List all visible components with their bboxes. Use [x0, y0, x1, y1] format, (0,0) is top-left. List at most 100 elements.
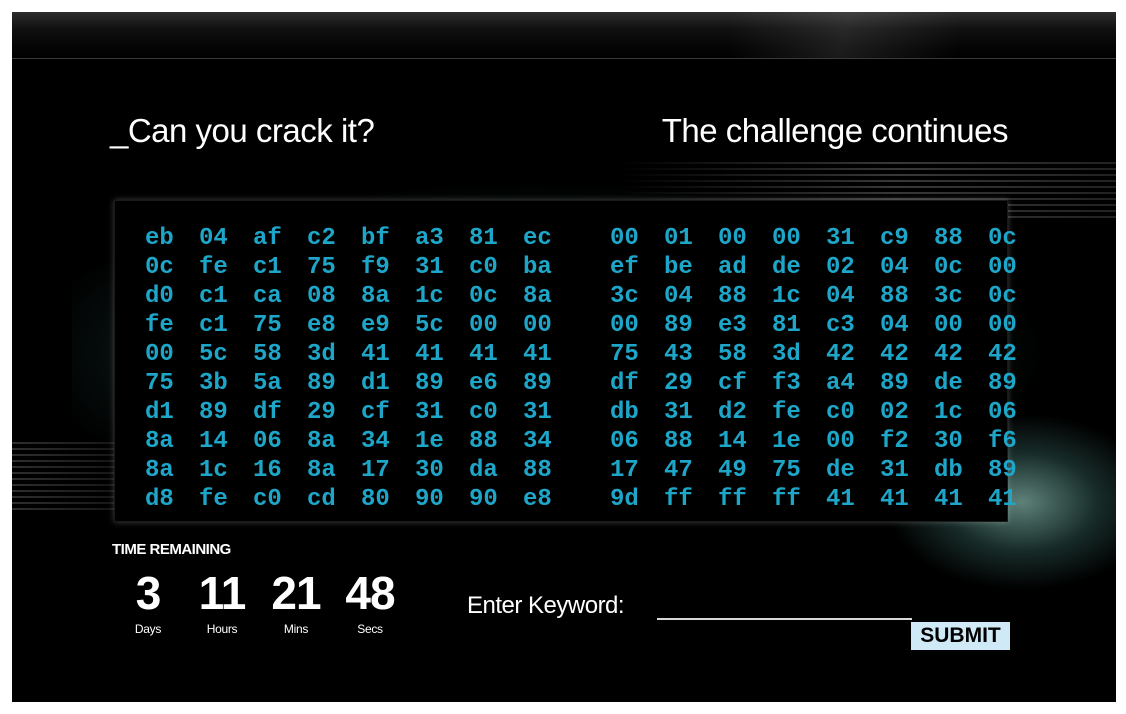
- hex-byte: 1e: [772, 428, 801, 455]
- hex-byte: 31: [880, 457, 909, 484]
- hex-byte: 41: [988, 486, 1017, 513]
- hex-row-right-half: db 31 d2 fe c0 02 1c 06: [610, 398, 1042, 427]
- hex-row-right-half: 00 01 00 00 31 c9 88 0c: [610, 224, 1042, 253]
- page-subtitle: The challenge continues: [661, 112, 1009, 149]
- hex-byte: 30: [415, 457, 444, 484]
- hex-row-right-half: 3c 04 88 1c 04 88 3c 0c: [610, 282, 1042, 311]
- hex-byte: 41: [826, 486, 855, 513]
- hex-byte: 00: [145, 341, 174, 368]
- hex-byte: 42: [988, 341, 1017, 368]
- hex-row-left-half: 8a 14 06 8a 34 1e 88 34: [145, 427, 577, 456]
- hex-byte: 1c: [415, 283, 444, 310]
- countdown-secs-value: 48: [345, 567, 395, 619]
- hex-row: 8a 1c 16 8a 17 30 da 88 17 47 49 75 de 31 db 89: [145, 456, 1042, 485]
- hex-byte: 29: [664, 370, 693, 397]
- hex-byte: 31: [523, 399, 552, 426]
- hex-byte: db: [610, 399, 639, 426]
- hex-byte: 1e: [415, 428, 444, 455]
- keyword-input[interactable]: [657, 590, 912, 620]
- hex-byte: cf: [361, 399, 390, 426]
- hex-dump-grid: eb 04 af c2 bf a3 81 ec 00 01 00 00 31 c9 88 0c 0c fe c1 75…: [145, 224, 1042, 514]
- hex-byte: 41: [523, 341, 552, 368]
- hex-byte: 31: [664, 399, 693, 426]
- hex-byte: c0: [253, 486, 282, 513]
- hex-byte: af: [253, 225, 282, 252]
- hex-byte: 17: [610, 457, 639, 484]
- hex-byte: f9: [361, 254, 390, 281]
- hex-byte: 5c: [199, 341, 228, 368]
- hex-byte: 88: [880, 283, 909, 310]
- hex-byte: 8a: [361, 283, 390, 310]
- hex-byte: 75: [610, 341, 639, 368]
- countdown-secs: 48 Secs: [342, 570, 398, 636]
- hex-row: 00 5c 58 3d 41 41 41 41 75 43 58 3d 42 42 42 42: [145, 340, 1042, 369]
- hex-byte: 29: [307, 399, 336, 426]
- hex-byte: 89: [880, 370, 909, 397]
- hex-byte: 8a: [523, 283, 552, 310]
- hex-byte: 06: [610, 428, 639, 455]
- top-bar: [12, 12, 1116, 59]
- hex-byte: e3: [718, 312, 747, 339]
- time-remaining-label: TIME REMAINING: [112, 541, 231, 558]
- hex-byte: d1: [145, 399, 174, 426]
- hex-byte: cf: [718, 370, 747, 397]
- hex-byte: 00: [469, 312, 498, 339]
- hex-byte: 00: [772, 225, 801, 252]
- hex-byte: d8: [145, 486, 174, 513]
- countdown-hours: 11 Hours: [194, 570, 250, 636]
- hex-row: 75 3b 5a 89 d1 89 e6 89 df 29 cf f3 a4 89 de 89: [145, 369, 1042, 398]
- hex-byte: d0: [145, 283, 174, 310]
- hex-byte: 00: [523, 312, 552, 339]
- hex-byte: f3: [772, 370, 801, 397]
- hex-byte: 1c: [934, 399, 963, 426]
- hex-byte: 90: [415, 486, 444, 513]
- hex-byte: 58: [718, 341, 747, 368]
- hex-byte: 89: [415, 370, 444, 397]
- hex-byte: 04: [880, 254, 909, 281]
- hex-byte: e8: [307, 312, 336, 339]
- hex-byte: 30: [934, 428, 963, 455]
- hex-byte: 00: [718, 225, 747, 252]
- hex-byte: d1: [361, 370, 390, 397]
- hex-byte: 00: [988, 312, 1017, 339]
- hex-byte: 0c: [469, 283, 498, 310]
- hex-byte: 00: [610, 312, 639, 339]
- hex-byte: 3b: [199, 370, 228, 397]
- hex-byte: 8a: [145, 457, 174, 484]
- hex-byte: db: [934, 457, 963, 484]
- hex-byte: 3d: [307, 341, 336, 368]
- hex-row-right-half: 9d ff ff ff 41 41 41 41: [610, 485, 1042, 514]
- hex-byte: 41: [934, 486, 963, 513]
- hex-byte: 0c: [145, 254, 174, 281]
- hex-row-left-half: 00 5c 58 3d 41 41 41 41: [145, 340, 577, 369]
- hex-byte: 01: [664, 225, 693, 252]
- hex-byte: c9: [880, 225, 909, 252]
- hex-byte: c1: [253, 254, 282, 281]
- hex-byte: 06: [988, 399, 1017, 426]
- hex-byte: 89: [664, 312, 693, 339]
- hex-byte: ca: [253, 283, 282, 310]
- hex-byte: a3: [415, 225, 444, 252]
- hex-byte: 17: [361, 457, 390, 484]
- hex-byte: 75: [772, 457, 801, 484]
- hex-byte: ff: [718, 486, 747, 513]
- hex-row-right-half: 17 47 49 75 de 31 db 89: [610, 456, 1042, 485]
- hex-row-left-half: fe c1 75 e8 e9 5c 00 00: [145, 311, 577, 340]
- hex-byte: ec: [523, 225, 552, 252]
- hex-byte: 0c: [988, 283, 1017, 310]
- hex-byte: f6: [988, 428, 1017, 455]
- hex-byte: 8a: [307, 457, 336, 484]
- hex-byte: f2: [880, 428, 909, 455]
- hex-byte: c0: [469, 399, 498, 426]
- hex-byte: 80: [361, 486, 390, 513]
- hex-row-left-half: eb 04 af c2 bf a3 81 ec: [145, 224, 577, 253]
- hex-byte: 1c: [772, 283, 801, 310]
- hex-row: d1 89 df 29 cf 31 c0 31 db 31 d2 fe c0 02 1c 06: [145, 398, 1042, 427]
- hex-byte: c0: [469, 254, 498, 281]
- hex-byte: be: [664, 254, 693, 281]
- hex-byte: 88: [469, 428, 498, 455]
- submit-button[interactable]: SUBMIT: [911, 622, 1010, 650]
- hex-row-right-half: 06 88 14 1e 00 f2 30 f6: [610, 427, 1042, 456]
- hex-byte: 42: [826, 341, 855, 368]
- hex-row-left-half: d8 fe c0 cd 80 90 90 e8: [145, 485, 577, 514]
